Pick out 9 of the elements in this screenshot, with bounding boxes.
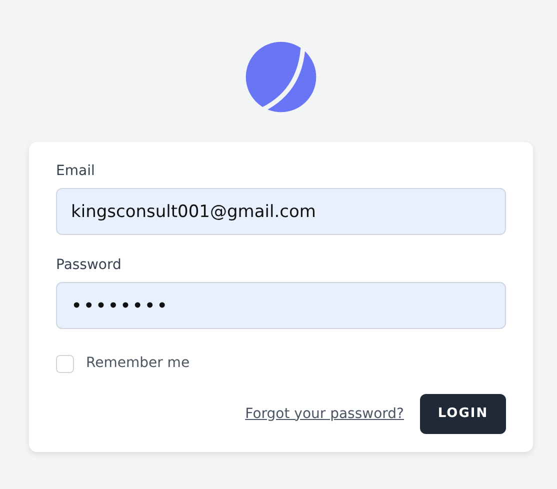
forgot-password-link[interactable]: Forgot your password? (245, 404, 404, 424)
remember-checkbox[interactable] (56, 354, 74, 372)
logo-icon (244, 40, 318, 114)
field-label: Email (56, 162, 96, 181)
remember-label: Remember me (86, 354, 190, 373)
field-label: Password (56, 256, 122, 275)
password-field[interactable]: •••••••• (56, 282, 506, 329)
email-field[interactable]: kingsconsult001@gmail.com (56, 188, 506, 235)
login-button[interactable]: LOGIN (420, 394, 506, 434)
